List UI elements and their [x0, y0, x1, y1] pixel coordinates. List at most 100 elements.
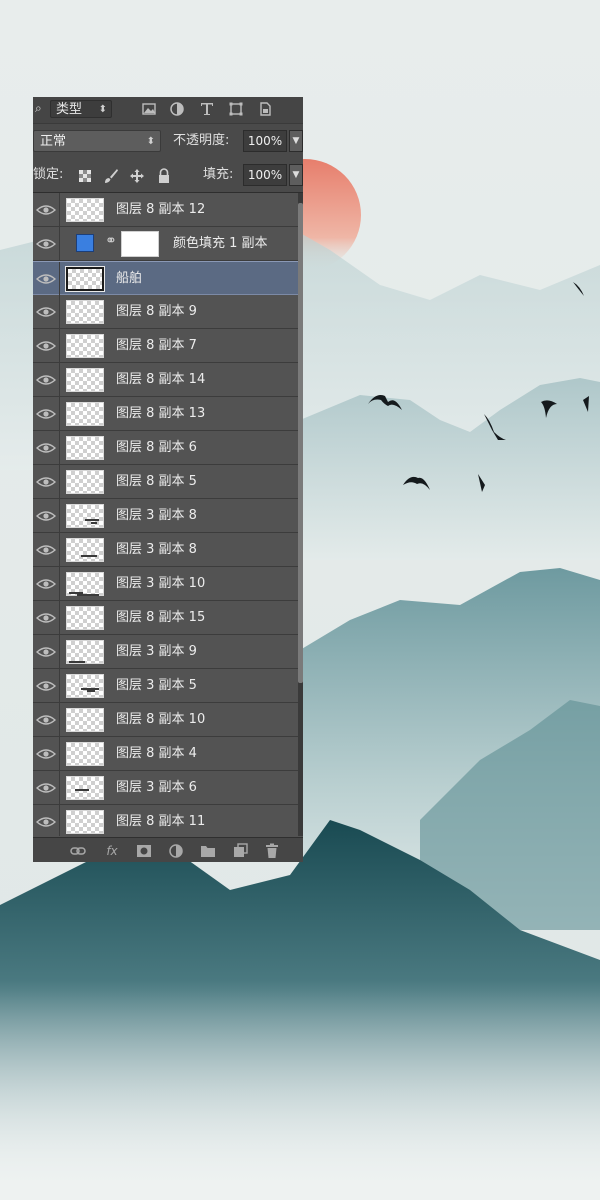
scrollbar-thumb[interactable] [298, 203, 303, 683]
visibility-eye-icon[interactable] [33, 227, 60, 260]
visibility-eye-icon[interactable] [33, 533, 60, 566]
visibility-eye-icon[interactable] [33, 567, 60, 600]
layer-mask-thumbnail[interactable] [121, 231, 159, 257]
layer-thumbnail[interactable] [66, 674, 104, 698]
visibility-eye-icon[interactable] [33, 465, 60, 498]
lock-transparent-icon[interactable] [77, 168, 93, 184]
visibility-eye-icon[interactable] [33, 431, 60, 464]
adjustment-filter-icon[interactable] [169, 101, 185, 117]
lock-bar: 锁定: 填充: 100% ▼ [33, 158, 303, 193]
layer-row[interactable]: 图层 8 副本 11 [33, 805, 298, 836]
layer-thumbnail[interactable] [66, 708, 104, 732]
lock-label: 锁定: [33, 167, 64, 182]
visibility-eye-icon[interactable] [33, 329, 60, 362]
visibility-eye-icon[interactable] [33, 499, 60, 532]
layer-thumbnail[interactable] [66, 470, 104, 494]
delete-layer-icon[interactable] [263, 842, 281, 860]
visibility-eye-icon[interactable] [33, 669, 60, 702]
new-layer-icon[interactable] [231, 842, 249, 860]
opacity-label: 不透明度: [173, 133, 230, 148]
layer-name: 图层 8 副本 4 [116, 746, 197, 761]
visibility-eye-icon[interactable] [33, 193, 60, 226]
filter-kind-select[interactable]: 类型 ⬍ [50, 100, 112, 118]
layer-row[interactable]: 图层 8 副本 7 [33, 329, 298, 363]
layer-row[interactable]: 图层 8 副本 15 [33, 601, 298, 635]
layer-row[interactable]: 图层 8 副本 6 [33, 431, 298, 465]
blend-mode-select[interactable]: 正常 ⬍ [33, 130, 161, 152]
layers-footer: fx [33, 837, 303, 862]
layer-row[interactable]: 图层 8 副本 13 [33, 397, 298, 431]
shape-filter-icon[interactable] [228, 101, 244, 117]
layer-thumbnail[interactable] [66, 640, 104, 664]
layer-thumbnail[interactable] [66, 538, 104, 562]
layer-thumbnail[interactable] [66, 334, 104, 358]
fill-dropdown-icon[interactable]: ▼ [289, 164, 303, 186]
visibility-eye-icon[interactable] [33, 295, 60, 328]
layer-thumbnail[interactable] [66, 742, 104, 766]
layer-thumbnail[interactable] [66, 606, 104, 630]
layer-name: 颜色填充 1 副本 [173, 236, 268, 251]
filter-kind-label: 类型 [56, 102, 83, 117]
layer-name: 图层 8 副本 5 [116, 474, 197, 489]
opacity-input[interactable]: 100% [243, 130, 287, 152]
type-filter-icon[interactable] [199, 101, 215, 117]
layer-name: 图层 8 副本 11 [116, 814, 206, 829]
new-adjustment-icon[interactable] [167, 842, 185, 860]
visibility-eye-icon[interactable] [33, 262, 60, 295]
link-layers-icon[interactable] [69, 842, 87, 860]
visibility-eye-icon[interactable] [33, 397, 60, 430]
layer-name: 图层 3 副本 8 [116, 542, 197, 557]
layer-row[interactable]: 图层 8 副本 12 [33, 193, 298, 227]
layer-name: 图层 8 副本 15 [116, 610, 206, 625]
layer-thumbnail[interactable] [66, 504, 104, 528]
visibility-eye-icon[interactable] [33, 771, 60, 804]
layer-row[interactable]: 图层 3 副本 5 [33, 669, 298, 703]
layer-thumbnail[interactable] [66, 198, 104, 222]
layer-row[interactable]: 图层 8 副本 4 [33, 737, 298, 771]
layer-row[interactable]: 图层 8 副本 5 [33, 465, 298, 499]
visibility-eye-icon[interactable] [33, 703, 60, 736]
blend-mode-label: 正常 [40, 134, 67, 149]
layer-row[interactable]: 图层 3 副本 9 [33, 635, 298, 669]
layer-row[interactable]: 图层 8 副本 14 [33, 363, 298, 397]
layer-thumbnail[interactable] [66, 776, 104, 800]
visibility-eye-icon[interactable] [33, 635, 60, 668]
layer-thumbnail[interactable] [66, 368, 104, 392]
layer-thumbnail[interactable] [66, 402, 104, 426]
layer-thumbnail[interactable] [66, 300, 104, 324]
layer-thumbnail[interactable] [65, 266, 105, 292]
chain-link-icon[interactable]: ⚭ [105, 233, 117, 253]
layer-row[interactable]: 图层 8 副本 10 [33, 703, 298, 737]
fx-icon[interactable]: fx [103, 842, 121, 860]
color-fill-swatch[interactable] [76, 234, 94, 252]
layers-scrollbar[interactable] [298, 193, 303, 836]
smart-object-filter-icon[interactable] [257, 101, 273, 117]
lock-position-icon[interactable] [129, 168, 145, 184]
new-group-icon[interactable] [199, 842, 217, 860]
add-mask-icon[interactable] [135, 842, 153, 860]
image-filter-icon[interactable] [141, 101, 157, 117]
layer-row[interactable]: 图层 3 副本 8 [33, 499, 298, 533]
visibility-eye-icon[interactable] [33, 805, 60, 836]
layer-thumbnail[interactable] [66, 572, 104, 596]
search-icon: ⌕ [35, 101, 42, 115]
visibility-eye-icon[interactable] [33, 601, 60, 634]
opacity-dropdown-icon[interactable]: ▼ [289, 130, 303, 152]
layer-row[interactable]: 图层 8 副本 9 [33, 295, 298, 329]
layer-thumbnail[interactable] [66, 810, 104, 834]
layer-name: 图层 3 副本 10 [116, 576, 206, 591]
layer-row[interactable]: 图层 3 副本 6 [33, 771, 298, 805]
layer-row[interactable]: 图层 3 副本 8 [33, 533, 298, 567]
layer-row[interactable]: 图层 3 副本 10 [33, 567, 298, 601]
layer-name: 图层 3 副本 6 [116, 780, 197, 795]
layer-name: 图层 8 副本 12 [116, 202, 206, 217]
layer-thumbnail[interactable] [66, 436, 104, 460]
fill-label: 填充: [203, 167, 234, 182]
visibility-eye-icon[interactable] [33, 737, 60, 770]
lock-paint-icon[interactable] [103, 168, 119, 184]
fill-input[interactable]: 100% [243, 164, 287, 186]
layer-row[interactable]: 船舶 [33, 261, 298, 295]
layer-row[interactable]: ⚭ 颜色填充 1 副本 [33, 227, 298, 261]
lock-all-icon[interactable] [156, 168, 172, 184]
visibility-eye-icon[interactable] [33, 363, 60, 396]
